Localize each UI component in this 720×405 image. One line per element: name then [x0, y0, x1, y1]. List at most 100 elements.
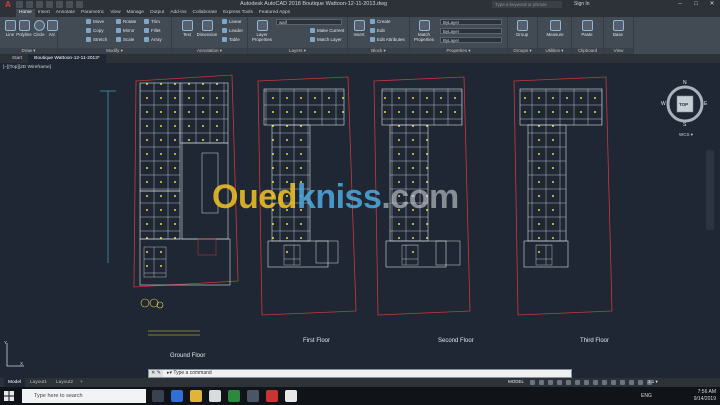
paste-button[interactable]: Paste — [578, 20, 596, 37]
tab-view[interactable]: View — [107, 9, 123, 17]
add-layout-button[interactable]: + — [76, 378, 87, 387]
compass-south[interactable]: S — [683, 122, 686, 128]
match-properties-button[interactable]: Match Properties — [412, 20, 436, 42]
plot-icon[interactable] — [56, 1, 63, 8]
model-space-indicator[interactable]: MODEL — [508, 379, 524, 384]
tab-annotate[interactable]: Annotate — [53, 9, 78, 17]
tab-home[interactable]: Home — [16, 9, 35, 17]
sign-in-link[interactable]: Sign In — [574, 1, 590, 7]
stretch-tool[interactable]: Stretch — [86, 37, 107, 43]
tab-manage[interactable]: Manage — [124, 9, 147, 17]
tab-collaborate[interactable]: Collaborate — [190, 9, 221, 17]
viewport-controls[interactable]: [–][Top][2D Wireframe] — [3, 65, 51, 70]
command-input[interactable]: ▸▾ Type a command — [167, 370, 212, 377]
edit-block-tool[interactable]: Edit — [370, 28, 385, 34]
autocad-logo-icon[interactable]: A — [2, 0, 14, 9]
layout-tab-layout1[interactable]: Layout1 — [26, 378, 51, 387]
compass-north[interactable]: N — [683, 80, 687, 86]
close-button[interactable]: ✕ — [704, 0, 720, 9]
measure-button[interactable]: Measure — [544, 20, 566, 37]
annotation-scale[interactable]: 1:1 ▾ — [648, 379, 658, 385]
text-button[interactable]: Text — [178, 20, 196, 37]
color-dropdown[interactable]: ByLayer — [440, 19, 502, 25]
system-clock[interactable]: 7:56 AM 9/14/2019 — [694, 389, 716, 403]
quick-properties-icon[interactable] — [638, 380, 643, 385]
edge-icon[interactable] — [171, 390, 183, 402]
navigation-bar[interactable] — [706, 150, 714, 230]
ortho-icon[interactable] — [548, 380, 553, 385]
layout-tab-layout2[interactable]: Layout2 — [52, 378, 77, 387]
create-block-tool[interactable]: Create — [370, 19, 391, 25]
file-explorer-icon[interactable] — [190, 390, 202, 402]
help-search-input[interactable]: Type a keyword or phrase — [492, 1, 562, 8]
tab-featured-apps[interactable]: Featured Apps — [256, 9, 293, 17]
calculator-icon[interactable] — [247, 390, 259, 402]
task-view-icon[interactable] — [152, 390, 164, 402]
compass-east[interactable]: E — [704, 101, 707, 107]
viewcube-top-face[interactable]: TOP — [679, 102, 688, 107]
save-icon[interactable] — [36, 1, 43, 8]
workspace-icon[interactable] — [620, 380, 625, 385]
taskbar-search-input[interactable]: Type here to search — [22, 389, 146, 403]
tab-express-tools[interactable]: Express Tools — [220, 9, 256, 17]
linetype-dropdown[interactable]: ByLayer — [440, 28, 502, 34]
base-button[interactable]: Base — [609, 20, 627, 37]
maximize-button[interactable]: □ — [688, 0, 704, 9]
tab-add-ins[interactable]: Add-ins — [167, 9, 189, 17]
redo-icon[interactable] — [76, 1, 83, 8]
autocad-taskbar-icon[interactable] — [266, 390, 278, 402]
dimension-button[interactable]: Dimension — [196, 20, 218, 37]
layout-tab-model[interactable]: Model — [4, 378, 26, 387]
grid-icon[interactable] — [530, 380, 535, 385]
doc-tab-start[interactable]: Start — [6, 54, 28, 63]
table-tool[interactable]: Table — [222, 37, 240, 43]
drawing-canvas[interactable]: [–][Top][2D Wireframe] Ground Floor Firs… — [0, 63, 720, 375]
lineweight-dropdown[interactable]: ByLayer — [440, 37, 502, 43]
store-icon[interactable] — [209, 390, 221, 402]
lineweight-icon[interactable] — [584, 380, 589, 385]
units-icon[interactable] — [629, 380, 634, 385]
minimize-button[interactable]: – — [672, 0, 688, 9]
rotate-tool[interactable]: Rotate — [116, 19, 136, 25]
compass-west[interactable]: W — [661, 101, 666, 107]
windows-start-icon[interactable] — [4, 391, 14, 401]
osnap-icon[interactable] — [566, 380, 571, 385]
save-as-icon[interactable] — [46, 1, 53, 8]
insert-button[interactable]: Insert — [350, 20, 368, 37]
layer-properties-button[interactable]: Layer Properties — [250, 20, 274, 42]
fillet-tool[interactable]: Fillet — [144, 28, 161, 34]
layer-dropdown[interactable]: walf — [276, 19, 342, 25]
trim-tool[interactable]: Trim — [144, 19, 160, 25]
selection-cycling-icon[interactable] — [602, 380, 607, 385]
snap-icon[interactable] — [539, 380, 544, 385]
wcs-menu[interactable]: WCS ▾ — [679, 132, 693, 138]
linear-tool[interactable]: Linear — [222, 19, 242, 25]
chrome-icon[interactable] — [285, 390, 297, 402]
viewcube[interactable]: N S E W TOP WCS ▾ — [660, 80, 710, 140]
command-line-icons[interactable]: ✕ ✎ — [149, 370, 163, 377]
undo-icon[interactable] — [66, 1, 73, 8]
doc-tab-drawing[interactable]: Boutique Wattoon-12-11-2013* — [28, 54, 106, 63]
new-file-icon[interactable] — [16, 1, 23, 8]
open-file-icon[interactable] — [26, 1, 33, 8]
tab-parametric[interactable]: Parametric — [78, 9, 107, 17]
copy-tool[interactable]: Copy — [86, 28, 104, 34]
match-layer-tool[interactable]: Match Layer — [310, 37, 342, 43]
language-indicator[interactable]: ENG — [641, 393, 652, 399]
tab-output[interactable]: Output — [147, 9, 167, 17]
make-current-tool[interactable]: Make Current — [310, 28, 344, 34]
move-tool[interactable]: Move — [86, 19, 104, 25]
polar-icon[interactable] — [557, 380, 562, 385]
group-button[interactable]: Group — [513, 20, 531, 37]
otrack-icon[interactable] — [575, 380, 580, 385]
annotation-visibility-icon[interactable] — [611, 380, 616, 385]
leader-tool[interactable]: Leader — [222, 28, 243, 34]
array-tool[interactable]: Array — [144, 37, 162, 43]
tab-insert[interactable]: Insert — [35, 9, 53, 17]
excel-icon[interactable] — [228, 390, 240, 402]
scale-tool[interactable]: Scale — [116, 37, 134, 43]
command-line[interactable]: ✕ ✎ ▸▾ Type a command — [148, 369, 572, 378]
transparency-icon[interactable] — [593, 380, 598, 385]
edit-attributes-tool[interactable]: Edit Attributes — [370, 37, 405, 43]
mirror-tool[interactable]: Mirror — [116, 28, 135, 34]
